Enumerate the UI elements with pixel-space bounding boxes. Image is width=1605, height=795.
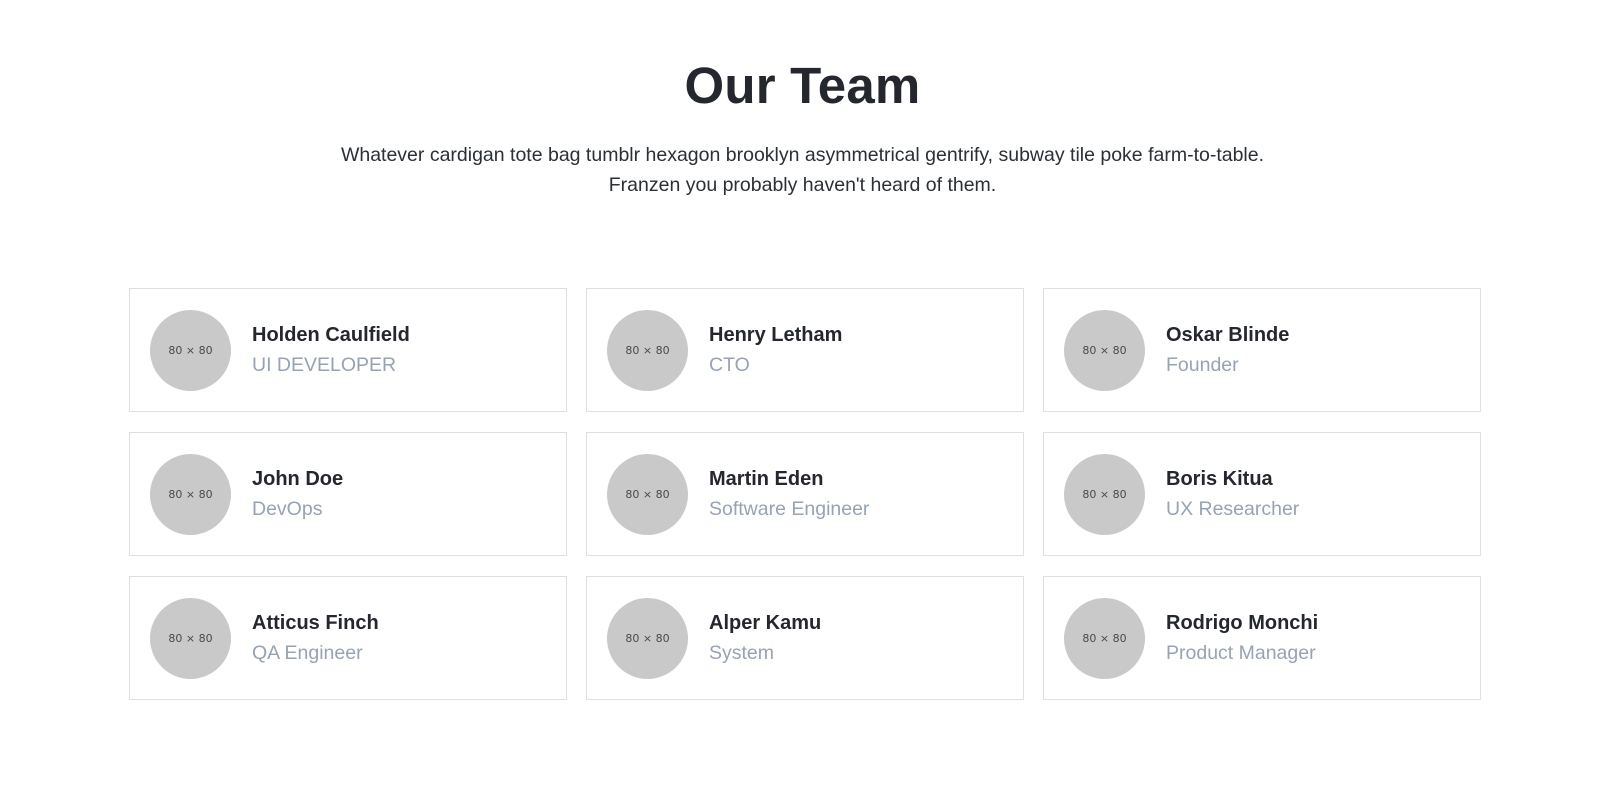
avatar-placeholder-label: 80 × 80	[168, 487, 213, 501]
avatar: 80 × 80	[150, 597, 231, 679]
member-role: UX Researcher	[1166, 497, 1300, 520]
team-section: Our Team Whatever cardigan tote bag tumb…	[0, 0, 1605, 795]
member-info: Henry Letham CTO	[709, 321, 842, 380]
avatar: 80 × 80	[607, 309, 688, 391]
member-name: Henry Letham	[709, 323, 843, 346]
member-role: QA Engineer	[252, 641, 363, 664]
member-info: Oskar Blinde Founder	[1166, 321, 1289, 380]
avatar-placeholder-label: 80 × 80	[1082, 343, 1127, 357]
member-info: John Doe DevOps	[252, 465, 343, 524]
member-name: Martin Eden	[709, 467, 824, 490]
member-role: UI DEVELOPER	[252, 353, 397, 376]
team-card-martin-eden[interactable]: 80 × 80 Martin Eden Software Engineer	[586, 432, 1024, 556]
member-info: Atticus Finch QA Engineer	[252, 609, 379, 668]
member-name: Oskar Blinde	[1166, 323, 1290, 346]
member-name: Atticus Finch	[252, 611, 379, 634]
team-card-oskar-blinde[interactable]: 80 × 80 Oskar Blinde Founder	[1043, 288, 1481, 412]
team-card-john-doe[interactable]: 80 × 80 John Doe DevOps	[129, 432, 567, 556]
team-grid: 80 × 80 Holden Caulfield UI DEVELOPER 80…	[129, 288, 1481, 700]
team-card-boris-kitua[interactable]: 80 × 80 Boris Kitua UX Researcher	[1043, 432, 1481, 556]
section-description: Whatever cardigan tote bag tumblr hexago…	[340, 144, 1265, 196]
member-name: Rodrigo Monchi	[1166, 611, 1319, 634]
member-role: Software Engineer	[709, 497, 870, 520]
avatar-placeholder-label: 80 × 80	[168, 631, 213, 645]
avatar-placeholder-label: 80 × 80	[625, 631, 670, 645]
avatar-placeholder-label: 80 × 80	[625, 343, 670, 357]
team-card-holden-caulfield[interactable]: 80 × 80 Holden Caulfield UI DEVELOPER	[129, 288, 567, 412]
avatar-placeholder-label: 80 × 80	[1082, 487, 1127, 501]
member-info: Boris Kitua UX Researcher	[1166, 465, 1299, 524]
member-info: Alper Kamu System	[709, 609, 821, 668]
member-role: Founder	[1166, 353, 1239, 376]
team-card-henry-letham[interactable]: 80 × 80 Henry Letham CTO	[586, 288, 1024, 412]
member-role: System	[709, 641, 775, 664]
member-info: Martin Eden Software Engineer	[709, 465, 869, 524]
avatar-placeholder-label: 80 × 80	[625, 487, 670, 501]
avatar: 80 × 80	[1064, 597, 1145, 679]
member-name: Alper Kamu	[709, 611, 822, 634]
member-info: Holden Caulfield UI DEVELOPER	[252, 321, 410, 380]
avatar: 80 × 80	[607, 453, 688, 535]
member-name: Boris Kitua	[1166, 467, 1273, 490]
member-role: CTO	[709, 353, 750, 376]
team-card-atticus-finch[interactable]: 80 × 80 Atticus Finch QA Engineer	[129, 576, 567, 700]
avatar: 80 × 80	[1064, 453, 1145, 535]
avatar-placeholder-label: 80 × 80	[168, 343, 213, 357]
member-role: Product Manager	[1166, 641, 1316, 664]
avatar: 80 × 80	[150, 453, 231, 535]
page-title: Our Team	[684, 57, 921, 114]
avatar: 80 × 80	[607, 597, 688, 679]
member-name: Holden Caulfield	[252, 323, 410, 346]
avatar: 80 × 80	[150, 309, 231, 391]
member-role: DevOps	[252, 497, 323, 520]
member-name: John Doe	[252, 467, 344, 490]
avatar: 80 × 80	[1064, 309, 1145, 391]
team-card-alper-kamu[interactable]: 80 × 80 Alper Kamu System	[586, 576, 1024, 700]
member-info: Rodrigo Monchi Product Manager	[1166, 609, 1318, 668]
team-card-rodrigo-monchi[interactable]: 80 × 80 Rodrigo Monchi Product Manager	[1043, 576, 1481, 700]
avatar-placeholder-label: 80 × 80	[1082, 631, 1127, 645]
